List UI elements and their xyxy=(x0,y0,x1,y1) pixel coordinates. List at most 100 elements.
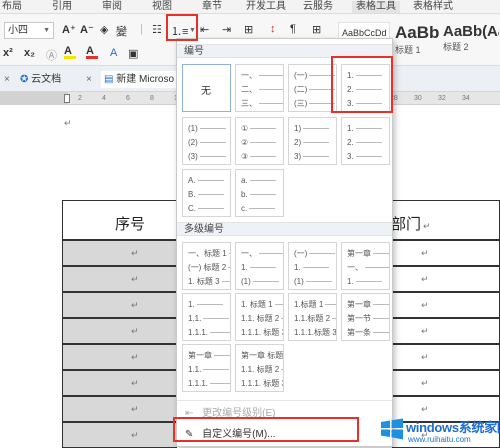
chevron-down-icon: ▼ xyxy=(43,27,50,34)
multilevel-style-tile[interactable]: 一、 1. (1) xyxy=(235,242,284,290)
indent-marker[interactable] xyxy=(64,94,70,103)
subscript-button[interactable]: x₂ xyxy=(24,47,35,59)
tab-cloud-docs[interactable]: ✪ 云文档 xyxy=(20,71,78,88)
tile-line-label: 三、 xyxy=(241,99,257,108)
multilevel-style-tile[interactable]: 1.标题 1 1.1.标题 2 1.1.1.标题 3 xyxy=(288,293,337,341)
tab-developer[interactable]: 开发工具 xyxy=(246,1,286,13)
numbering-style-tile[interactable]: 一、 二、 三、 xyxy=(235,64,284,112)
paragraph-mark: ↵ xyxy=(131,300,139,310)
multilevel-style-tile[interactable]: 第一章 1.1. 1.1.1. xyxy=(182,344,231,392)
numbering-style-tile[interactable]: A. B. C. xyxy=(182,169,231,217)
grow-font-button[interactable]: A⁺ xyxy=(62,23,76,36)
numbering-style-tile[interactable]: 1. 2. 3. xyxy=(341,117,390,165)
text-effect-icon[interactable]: Ⓐ xyxy=(46,47,57,63)
table-header-cell[interactable]: 序号 xyxy=(62,200,177,240)
table-row-cell[interactable]: ↵ xyxy=(62,292,177,318)
multilevel-style-tile[interactable]: 1. 标题 1 1.1. 标题 2 1.1.1. 标题 3 xyxy=(235,293,284,341)
table-row-cell[interactable]: ↵ xyxy=(392,266,500,292)
increase-indent-icon[interactable]: ⇥ xyxy=(222,23,231,36)
bullet-list-icon[interactable]: ☷ xyxy=(152,23,162,36)
paragraph-mark: ↵ xyxy=(64,118,72,128)
tile-line-rule xyxy=(274,304,283,306)
highlight-button[interactable]: A xyxy=(64,45,76,59)
tile-line-rule xyxy=(355,281,382,283)
table-row-cell[interactable]: ↵ xyxy=(392,240,500,266)
numbering-none-tile[interactable]: 无 xyxy=(182,64,231,112)
chinese-layout-icon[interactable]: ⊞ xyxy=(244,23,253,36)
tab-table-tools[interactable]: 表格工具 xyxy=(352,1,400,13)
paragraph-mark: ↵ xyxy=(131,352,139,362)
table-row-cell[interactable]: ↵ xyxy=(392,370,500,396)
sort-icon[interactable]: ↕ xyxy=(270,23,276,35)
table-header-cell[interactable]: 部门 ↵ xyxy=(391,200,500,240)
menu-divider xyxy=(177,400,392,401)
style-title[interactable]: AaB xyxy=(486,22,500,62)
tab-new-document[interactable]: ▤ 新建 Microso xyxy=(101,71,176,88)
multilevel-style-tile[interactable]: 第一章 第一节 第一条 xyxy=(341,293,390,341)
tile-line-rule xyxy=(259,253,283,255)
tile-line-label: 1.1.1. xyxy=(188,379,209,388)
style-heading-2[interactable]: AaBb( 标题 2 xyxy=(442,22,487,62)
tile-line-label: 1.1.1. xyxy=(188,328,209,337)
show-marks-icon[interactable]: ¶ xyxy=(290,23,296,35)
tile-line-label: (3) xyxy=(188,152,198,161)
char-border-icon[interactable]: A xyxy=(110,47,117,59)
tab-references[interactable]: 引用 xyxy=(52,1,72,13)
tile-line: (一) xyxy=(294,71,336,80)
tile-line-label: ② xyxy=(241,138,249,147)
multilevel-style-tile[interactable]: 第一章 标题 1 1.1. 标题 2 1.1.1. 标题 3 xyxy=(235,344,284,392)
multilevel-style-tile[interactable]: 第一章 一、 1. xyxy=(341,242,390,290)
tile-line: 1.1. 标题 2 xyxy=(241,314,283,323)
numbering-style-tile[interactable]: 1) 2) 3) xyxy=(288,117,337,165)
font-size-value: 小四 xyxy=(8,25,28,36)
close-tab-icon[interactable]: × xyxy=(4,71,10,88)
clear-format-icon[interactable]: ◈ xyxy=(100,23,108,36)
shrink-font-button[interactable]: A⁻ xyxy=(80,23,94,36)
tab-layout[interactable]: 布局 xyxy=(2,1,22,13)
table-row-cell[interactable]: ↵ xyxy=(62,344,177,370)
numbering-style-tile[interactable]: (1) (2) (3) xyxy=(182,117,231,165)
font-color-button[interactable]: A xyxy=(86,45,98,59)
superscript-button[interactable]: x² xyxy=(3,47,13,59)
table-icon[interactable]: ⊞ xyxy=(312,23,321,36)
tab-review[interactable]: 审阅 xyxy=(102,1,122,13)
tile-line-label: ③ xyxy=(241,152,249,161)
tile-line-rule xyxy=(203,318,230,320)
table-row-cell[interactable]: ↵ xyxy=(392,318,500,344)
decrease-indent-icon[interactable]: ⇤ xyxy=(200,23,209,36)
table-row-cell[interactable]: ↵ xyxy=(62,370,177,396)
table-row-cell[interactable]: ↵ xyxy=(62,266,177,292)
tile-line-rule xyxy=(249,194,276,196)
table-row-cell[interactable]: ↵ xyxy=(62,396,177,422)
tile-line: 一、标题 1 xyxy=(188,249,230,258)
table-row-cell[interactable]: ↵ xyxy=(62,422,177,448)
numbering-style-tile[interactable]: (一) (二) (三) xyxy=(288,64,337,112)
multilevel-style-tile[interactable]: 1. 1.1. 1.1.1. xyxy=(182,293,231,341)
multilevel-style-tile[interactable]: 一、标题 1 (一) 标题 2 1. 标题 3 xyxy=(182,242,231,290)
tab-section[interactable]: 章节 xyxy=(202,1,222,13)
tile-line-label: 1.1.1. 标题 3 xyxy=(241,328,284,337)
ruler-tick-label: 8 xyxy=(150,95,154,102)
cloud-icon: ✪ xyxy=(20,74,29,85)
table-row-cell[interactable]: ↵ xyxy=(392,292,500,318)
char-shading-icon[interactable]: ▣ xyxy=(128,47,138,60)
menu-bar: 布局 引用 审阅 视图 章节 开发工具 云服务 表格工具 表格样式 xyxy=(0,0,500,14)
numbering-style-tile[interactable]: a. b. c. xyxy=(235,169,284,217)
tab-table-style[interactable]: 表格样式 xyxy=(413,1,453,13)
multilevel-style-tile[interactable]: (一) 1. (1) xyxy=(288,242,337,290)
font-size-select[interactable]: 小四 ▼ xyxy=(4,22,54,39)
phonetic-icon[interactable]: 變 xyxy=(116,23,127,39)
style-heading-1[interactable]: AaBb 标题 1 xyxy=(392,22,444,62)
paragraph-mark: ↵ xyxy=(421,378,429,388)
table-row-cell[interactable]: ↵ xyxy=(62,240,177,266)
tab-cloud[interactable]: 云服务 xyxy=(303,1,333,13)
table-row-cell[interactable]: ↵ xyxy=(392,344,500,370)
tab-view[interactable]: 视图 xyxy=(152,1,172,13)
table-row-cell[interactable]: ↵ xyxy=(62,318,177,344)
tile-line-rule xyxy=(228,267,230,269)
close-tab-icon[interactable]: × xyxy=(86,71,92,88)
numbering-style-tile[interactable]: ① ② ③ xyxy=(235,117,284,165)
style-title-preview: AaB xyxy=(487,23,499,40)
tile-line: b. xyxy=(241,190,279,199)
tile-line-rule xyxy=(249,180,276,182)
